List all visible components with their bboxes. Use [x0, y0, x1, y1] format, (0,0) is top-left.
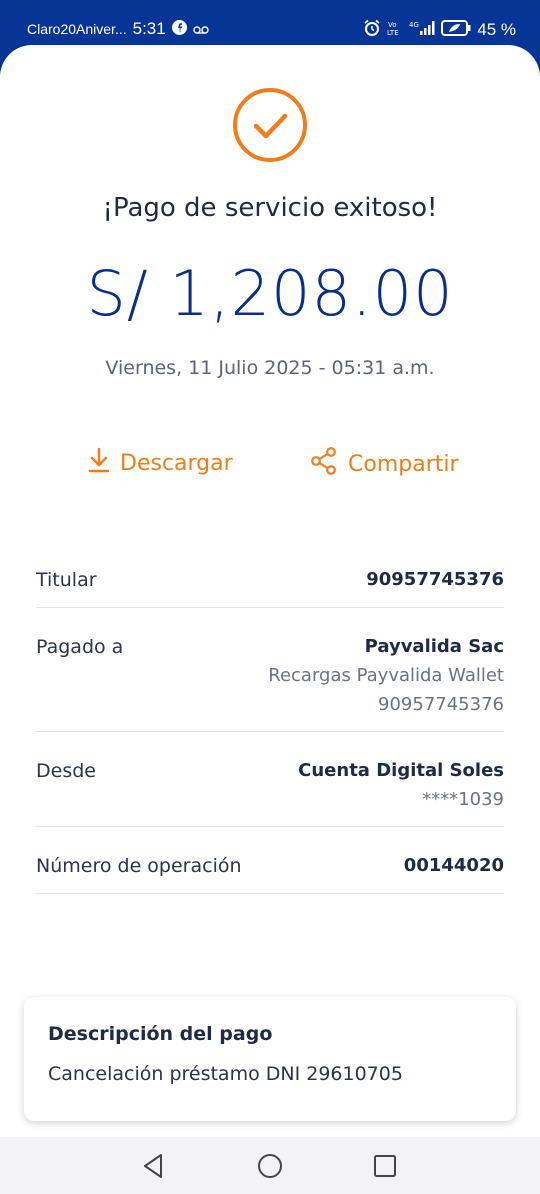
- share-button[interactable]: Compartir: [310, 447, 459, 481]
- from-masked-number: ****1039: [422, 789, 504, 810]
- alarm-icon: [363, 19, 381, 41]
- recents-square-icon: [374, 1155, 396, 1177]
- paid-to-name: Payvalida Sac: [364, 636, 504, 657]
- success-check-icon: [232, 87, 308, 163]
- from-label: Desde: [36, 760, 96, 782]
- share-icon: [310, 447, 338, 481]
- detail-row-from: Desde Cuenta Digital Soles ****1039: [36, 732, 504, 827]
- home-circle-icon: [258, 1154, 282, 1178]
- home-button[interactable]: [255, 1151, 285, 1181]
- payment-amount: S/ 1,208.00: [86, 257, 454, 330]
- payment-description-card: Descripción del pago Cancelación préstam…: [24, 997, 516, 1121]
- titular-value: 90957745376: [366, 569, 504, 590]
- receipt-actions: Descargar Compartir: [0, 447, 540, 483]
- download-label: Descargar: [120, 450, 233, 476]
- description-text: Cancelación préstamo DNI 29610705: [48, 1063, 403, 1085]
- download-button[interactable]: Descargar: [88, 447, 233, 479]
- facebook-icon: [171, 19, 187, 39]
- volte-icon: Vo LTE: [387, 20, 403, 40]
- success-title: ¡Pago de servicio exitoso!: [102, 193, 438, 223]
- svg-text:LTE: LTE: [387, 29, 399, 36]
- voicemail-icon: [193, 20, 209, 39]
- operation-label: Número de operación: [36, 855, 242, 877]
- battery-percent: 45 %: [477, 20, 516, 39]
- from-account: Cuenta Digital Soles: [298, 760, 504, 781]
- paid-to-service: Recargas Payvalida Wallet: [268, 665, 504, 686]
- recents-button[interactable]: [370, 1151, 400, 1181]
- paid-to-label: Pagado a: [36, 636, 124, 658]
- carrier-name: Claro20Aniver...: [27, 21, 127, 37]
- paid-to-number: 90957745376: [378, 694, 504, 715]
- back-triangle-icon: [144, 1154, 162, 1178]
- share-label: Compartir: [348, 451, 459, 477]
- titular-label: Titular: [36, 569, 97, 591]
- detail-row-titular: Titular 90957745376: [36, 555, 504, 608]
- receipt-sheet: ¡Pago de servicio exitoso! S/ 1,208.00 V…: [0, 45, 540, 1137]
- payment-details: Titular 90957745376 Pagado a Payvalida S…: [36, 555, 504, 894]
- svg-text:4G: 4G: [409, 21, 419, 29]
- detail-row-operation: Número de operación 00144020: [36, 827, 504, 894]
- download-icon: [88, 447, 110, 479]
- battery-icon: [441, 20, 471, 40]
- back-button[interactable]: [139, 1151, 169, 1181]
- status-time: 5:31: [132, 19, 166, 38]
- description-title: Descripción del pago: [48, 1023, 273, 1045]
- detail-row-paid-to: Pagado a Payvalida Sac Recargas Payvalid…: [36, 608, 504, 732]
- signal-icon: 4G: [409, 20, 435, 40]
- navigation-bar: [0, 1137, 540, 1194]
- svg-text:Vo: Vo: [388, 21, 397, 29]
- payment-datetime: Viernes, 11 Julio 2025 - 05:31 a.m.: [105, 357, 435, 379]
- operation-number: 00144020: [403, 855, 504, 876]
